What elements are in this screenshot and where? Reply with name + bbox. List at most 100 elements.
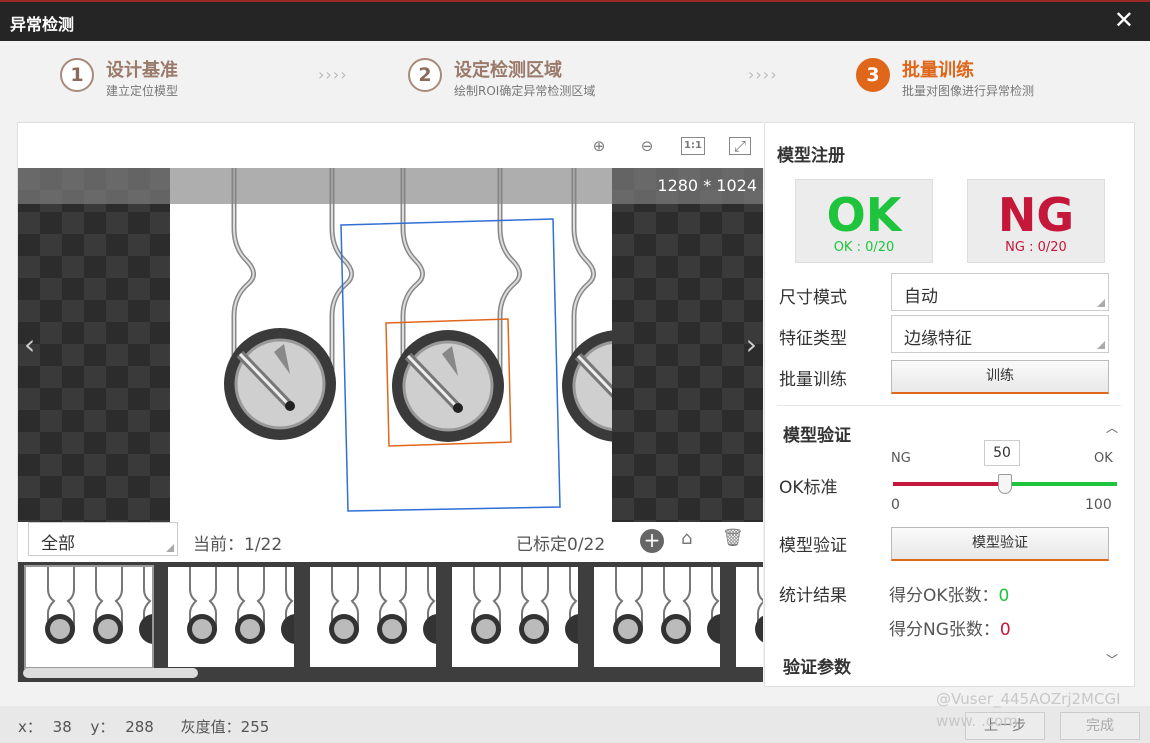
slider-ng-track — [893, 482, 1005, 486]
feature-type-value: 边缘特征 — [904, 329, 972, 349]
ok-label: OK — [826, 188, 902, 242]
size-mode-value: 自动 — [904, 287, 938, 307]
slider-max: 100 — [1085, 497, 1112, 513]
thumbnail-image — [45, 567, 169, 644]
settings-panel: 模型注册 OK OK : 0/20 NG NG : 0/20 尺寸模式 自动 特… — [764, 122, 1135, 687]
wizard-steps: 1 设计基准 建立定位模型 ›››› 2 设定检测区域 绘制ROI确定异常检测区… — [0, 41, 1150, 121]
watermark-line-2: www. .com — [936, 712, 1018, 730]
feature-type-label: 特征类型 — [779, 329, 847, 349]
y-value: 288 — [125, 718, 154, 736]
step-1-number: 1 — [60, 58, 94, 92]
stats-label: 统计结果 — [779, 586, 847, 606]
divider — [777, 405, 1121, 406]
ok-register-button[interactable]: OK OK : 0/20 — [795, 179, 933, 263]
ok-score-label: 得分OK张数： — [889, 586, 999, 606]
ok-score-row: 得分OK张数：0 — [889, 581, 1009, 606]
delete-icon[interactable]: 🗑 — [722, 528, 744, 548]
ok-standard-label: OK标准 — [779, 478, 838, 498]
slider-ng-label: NG — [891, 451, 911, 466]
dropdown-corner-icon — [166, 544, 174, 552]
step-3-number: 3 — [856, 58, 890, 92]
thumbnail-image — [613, 567, 737, 644]
slider-ok-track — [1005, 482, 1117, 486]
batch-train-label: 批量训练 — [779, 370, 847, 390]
image-controls: 全部 当前：1/22 已标定0/22 + ⌂ 🗑 — [18, 522, 763, 562]
step-arrows-icon: ›››› — [318, 65, 348, 84]
roi-overlay — [340, 218, 561, 512]
register-title: 模型注册 — [777, 146, 845, 166]
thumbnail[interactable] — [168, 567, 311, 667]
fit-screen-icon[interactable]: ⤢ — [729, 137, 751, 155]
filter-select[interactable]: 全部 — [28, 522, 178, 556]
ok-count: OK : 0/20 — [833, 240, 895, 255]
chevron-down-icon[interactable]: ﹀ — [1106, 651, 1118, 668]
next-image-icon[interactable]: › — [746, 328, 757, 361]
current-index: 当前：1/22 — [193, 535, 283, 555]
size-mode-select[interactable]: 自动 — [891, 273, 1109, 311]
step-1-title: 设计基准 — [106, 60, 178, 81]
ng-count: NG : 0/20 — [1005, 240, 1067, 255]
thumbnail-image — [187, 567, 311, 644]
thumbnail[interactable] — [24, 565, 169, 669]
verify-title: 模型验证 — [783, 426, 851, 446]
zoom-out-icon[interactable]: ⊖ — [636, 135, 658, 157]
thumbnail[interactable] — [452, 567, 595, 667]
slider-min: 0 — [891, 497, 900, 513]
add-image-icon[interactable]: + — [640, 529, 664, 553]
labeled-count: 已标定0/22 — [516, 535, 606, 555]
gray-label: 灰度值： — [180, 718, 241, 736]
params-title: 验证参数 — [783, 658, 851, 678]
model-roi-box[interactable] — [385, 318, 512, 447]
slider-value-box[interactable]: 50 — [984, 440, 1020, 466]
ok-score-value: 0 — [998, 586, 1010, 606]
thumbnail[interactable] — [736, 567, 763, 667]
ng-score-label: 得分NG张数： — [889, 620, 1000, 640]
finish-button[interactable]: 完成 — [1060, 712, 1140, 740]
viewer-toolbar: ⊕ ⊖ 1:1 ⤢ — [18, 123, 764, 168]
thumbnail-image — [755, 567, 763, 643]
image-viewer: ⊕ ⊖ 1:1 ⤢ 1280 * 1024 ‹ › 全部 当前：1/22 已标定… — [17, 122, 764, 682]
image-canvas[interactable]: 1280 * 1024 ‹ › — [18, 168, 763, 522]
step-3-subtitle: 批量对图像进行异常检测 — [902, 84, 1035, 98]
thumbnail-scrollbar[interactable] — [23, 668, 198, 678]
ng-score-row: 得分NG张数：0 — [889, 615, 1011, 640]
feature-type-select[interactable]: 边缘特征 — [891, 315, 1109, 353]
size-mode-label: 尺寸模式 — [779, 288, 847, 308]
ng-label: NG — [997, 188, 1075, 242]
pixel-info: x： 38 y： 288 灰度值：255 — [18, 716, 269, 737]
thumbnail[interactable] — [310, 567, 453, 667]
model-verify-button[interactable]: 模型验证 — [891, 527, 1109, 561]
ok-standard-slider[interactable] — [893, 474, 1117, 494]
title-bar: 异常检测 ✕ — [0, 0, 1150, 41]
clear-brush-icon[interactable]: ⌂ — [681, 528, 692, 549]
train-button[interactable]: 训练 — [891, 360, 1109, 394]
zoom-in-icon[interactable]: ⊕ — [588, 135, 610, 157]
y-label: y： — [90, 718, 115, 736]
x-label: x： — [18, 718, 42, 736]
thumbnail-image — [329, 567, 453, 644]
thumbnail-image — [471, 567, 595, 644]
actual-size-icon[interactable]: 1:1 — [681, 137, 705, 155]
ng-register-button[interactable]: NG NG : 0/20 — [967, 179, 1105, 263]
dropdown-corner-icon — [1097, 341, 1105, 349]
prev-image-icon[interactable]: ‹ — [24, 328, 35, 361]
x-value: 38 — [52, 718, 72, 736]
step-2-subtitle: 绘制ROI确定异常检测区域 — [454, 84, 596, 98]
model-verify-label: 模型验证 — [779, 536, 847, 556]
chevron-up-icon[interactable]: ︿ — [1106, 419, 1118, 436]
search-roi-box[interactable] — [340, 218, 561, 512]
watermark-line-1: @Vuser_445AOZrj2MCGI — [936, 690, 1121, 708]
dropdown-corner-icon — [1097, 299, 1105, 307]
ng-score-value: 0 — [999, 620, 1011, 640]
gray-value: 255 — [240, 718, 270, 736]
slider-thumb[interactable] — [998, 474, 1012, 494]
step-2-number: 2 — [408, 58, 442, 92]
step-arrows-icon: ›››› — [748, 65, 778, 84]
slider-ok-label: OK — [1094, 451, 1113, 466]
thumbnail[interactable] — [594, 567, 737, 667]
step-1-subtitle: 建立定位模型 — [106, 84, 179, 98]
close-icon[interactable]: ✕ — [1114, 6, 1134, 34]
thumbnail-strip — [18, 562, 763, 682]
filter-value: 全部 — [41, 534, 75, 554]
window-title: 异常检测 — [10, 15, 75, 34]
